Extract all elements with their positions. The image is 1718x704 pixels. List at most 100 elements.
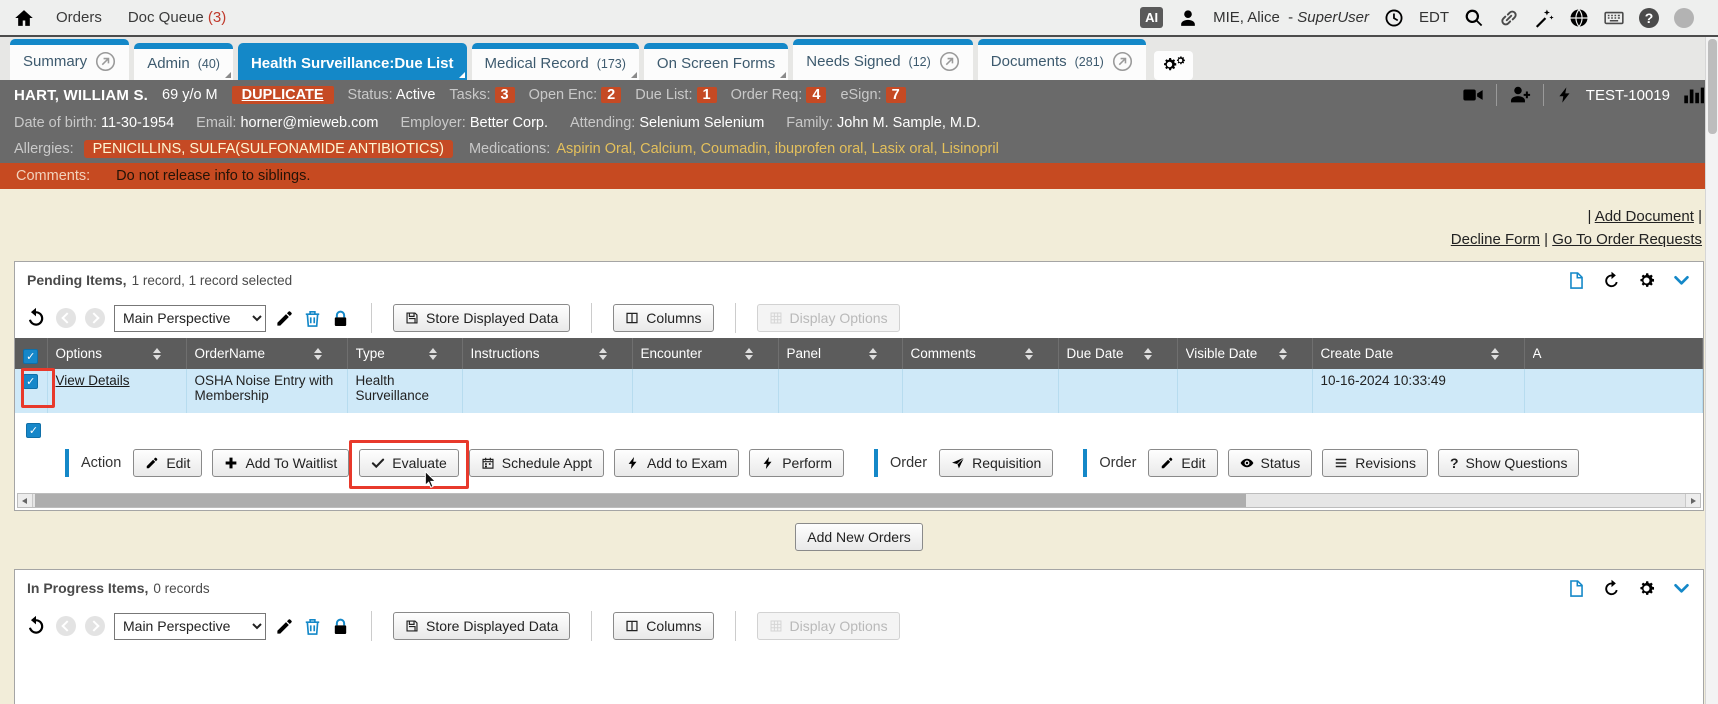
esign-pair[interactable]: eSign: 7 — [840, 87, 905, 103]
bar-chart-icon[interactable] — [1682, 84, 1704, 106]
columns-button[interactable]: Columns — [613, 304, 713, 332]
sort-icon[interactable] — [1491, 348, 1500, 360]
filter-icon[interactable] — [761, 348, 773, 360]
delete-perspective-icon[interactable] — [303, 617, 322, 636]
perspective-select[interactable]: Main Perspective — [114, 613, 266, 640]
add-to-exam-button[interactable]: Add to Exam — [614, 449, 739, 477]
tab-admin[interactable]: Admin(40) — [134, 43, 233, 80]
column-header[interactable]: Due Date — [1067, 346, 1144, 361]
sort-icon[interactable] — [1025, 348, 1034, 360]
gear-icon[interactable] — [1637, 579, 1656, 598]
edit-perspective-icon[interactable] — [275, 309, 294, 328]
edit-order-button[interactable]: Edit — [1148, 449, 1217, 477]
add-document-link[interactable]: Add Document — [1595, 208, 1694, 225]
tab-health-surveillance-due-list[interactable]: Health Surveillance:Due List — [238, 43, 467, 80]
schedule-appt-button[interactable]: Schedule Appt — [469, 449, 604, 477]
expanded-row-checkbox[interactable] — [26, 423, 41, 438]
sort-icon[interactable] — [1279, 348, 1288, 360]
filter-icon[interactable] — [885, 348, 897, 360]
perform-button[interactable]: Perform — [749, 449, 844, 477]
lock-icon[interactable] — [331, 617, 350, 636]
filter-icon[interactable] — [615, 348, 627, 360]
select-all-checkbox[interactable] — [23, 349, 38, 364]
open-new-window-icon[interactable] — [1112, 51, 1133, 72]
go-to-order-requests-link[interactable]: Go To Order Requests — [1552, 231, 1702, 248]
tab-on-screen-forms[interactable]: On Screen Forms — [644, 43, 788, 80]
tab-documents[interactable]: Documents(281) — [978, 39, 1146, 80]
gear-icon[interactable] — [1637, 271, 1656, 290]
tab-needs-signed[interactable]: Needs Signed(12) — [793, 39, 972, 80]
column-header[interactable]: Panel — [787, 346, 869, 361]
status-button[interactable]: Status — [1228, 449, 1313, 477]
filter-icon[interactable] — [1041, 348, 1053, 360]
column-header[interactable]: Visible Date — [1186, 346, 1279, 361]
perspective-select[interactable]: Main Perspective — [114, 305, 266, 332]
scrollbar-thumb[interactable] — [35, 494, 1246, 507]
refresh-icon[interactable] — [1602, 271, 1621, 290]
order-req-pair[interactable]: Order Req: 4 — [731, 87, 827, 103]
scroll-left-arrow[interactable] — [18, 494, 33, 507]
column-header[interactable]: OrderName — [195, 346, 314, 361]
add-person-icon[interactable] — [1509, 84, 1531, 106]
link-icon[interactable] — [1499, 8, 1519, 28]
lock-icon[interactable] — [331, 309, 350, 328]
add-to-waitlist-button[interactable]: Add To Waitlist — [212, 449, 349, 477]
sort-icon[interactable] — [314, 348, 323, 360]
filter-icon[interactable] — [1295, 348, 1307, 360]
tasks-pair[interactable]: Tasks: 3 — [449, 87, 514, 103]
delete-perspective-icon[interactable] — [303, 309, 322, 328]
show-questions-button[interactable]: ?Show Questions — [1438, 449, 1580, 477]
sort-icon[interactable] — [745, 348, 754, 360]
horizontal-scrollbar[interactable] — [17, 493, 1701, 508]
column-header[interactable]: Encounter — [641, 346, 745, 361]
column-header[interactable]: Type — [356, 346, 429, 361]
globe-icon[interactable] — [1569, 8, 1589, 28]
user-name[interactable]: MIE, Alice - SuperUser — [1213, 9, 1369, 26]
decline-form-link[interactable]: Decline Form — [1451, 231, 1540, 248]
columns-button[interactable]: Columns — [613, 612, 713, 640]
filter-icon[interactable] — [330, 348, 342, 360]
collapse-chevron-icon[interactable] — [1672, 271, 1691, 290]
wand-icon[interactable] — [1534, 8, 1554, 28]
column-header[interactable]: Instructions — [471, 346, 599, 361]
avatar[interactable] — [1674, 8, 1694, 28]
edit-button[interactable]: Edit — [133, 449, 202, 477]
page-scrollbar-thumb[interactable] — [1708, 39, 1717, 134]
revisions-button[interactable]: Revisions — [1322, 449, 1428, 477]
collapse-chevron-icon[interactable] — [1672, 579, 1691, 598]
nav-orders[interactable]: Orders — [56, 9, 102, 26]
video-camera-icon[interactable] — [1462, 84, 1484, 106]
sort-icon[interactable] — [1144, 348, 1153, 360]
open-new-window-icon[interactable] — [95, 51, 116, 72]
search-icon[interactable] — [1464, 8, 1484, 28]
requisition-button[interactable]: Requisition — [939, 449, 1053, 477]
allergies-value[interactable]: PENICILLINS, SULFA(SULFONAMIDE ANTIBIOTI… — [84, 140, 453, 158]
open-new-window-icon[interactable] — [939, 51, 960, 72]
filter-icon[interactable] — [169, 348, 181, 360]
tab-summary[interactable]: Summary — [10, 39, 129, 80]
store-displayed-data-button[interactable]: Store Displayed Data — [393, 612, 570, 640]
pending-item-row[interactable]: View Details OSHA Noise Entry with Membe… — [15, 369, 1703, 413]
keyboard-icon[interactable] — [1604, 8, 1624, 28]
document-icon[interactable] — [1567, 579, 1586, 598]
filter-icon[interactable] — [445, 348, 457, 360]
sort-icon[interactable] — [599, 348, 608, 360]
help-icon[interactable]: ? — [1639, 8, 1659, 28]
view-details-link[interactable]: View Details — [56, 373, 130, 388]
row-checkbox[interactable] — [23, 374, 38, 389]
column-header[interactable]: Comments — [911, 346, 1025, 361]
nav-doc-queue[interactable]: Doc Queue (3) — [128, 9, 226, 26]
add-new-orders-button[interactable]: Add New Orders — [795, 523, 922, 551]
bolt-icon[interactable] — [1556, 84, 1574, 106]
store-displayed-data-button[interactable]: Store Displayed Data — [393, 304, 570, 332]
page-scrollbar[interactable] — [1705, 37, 1718, 704]
home-icon[interactable] — [14, 8, 34, 28]
sort-icon[interactable] — [153, 348, 162, 360]
reset-icon[interactable] — [25, 615, 47, 637]
tab-medical-record[interactable]: Medical Record(173) — [472, 43, 639, 80]
medications-value[interactable]: Aspirin Oral, Calcium, Coumadin, ibuprof… — [556, 141, 998, 157]
ai-badge[interactable]: AI — [1140, 7, 1163, 28]
column-header[interactable]: Options — [56, 346, 153, 361]
filter-icon[interactable] — [1160, 348, 1172, 360]
clock-icon[interactable] — [1384, 8, 1404, 28]
